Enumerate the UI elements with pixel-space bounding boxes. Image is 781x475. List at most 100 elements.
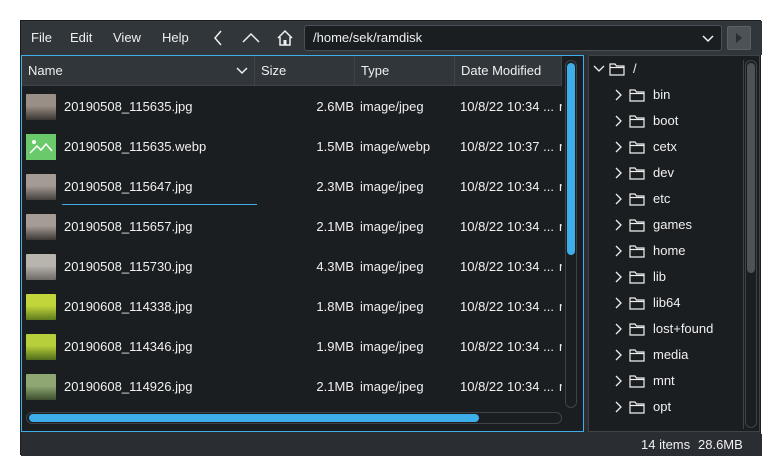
file-date-modified: 10/8/22 10:34 ... (460, 259, 554, 274)
file-row[interactable]: 20190608_114338.jpg 1.8MB image/jpeg 10/8/2… (22, 287, 562, 327)
expand-chevron-right-icon[interactable] (613, 167, 625, 179)
expand-chevron-right-icon[interactable] (613, 323, 625, 335)
tree-item-lib64[interactable]: lib64 (613, 290, 741, 316)
tree-item-opt[interactable]: opt (613, 394, 741, 420)
file-extra-column: r (559, 259, 562, 274)
expand-chevron-right-icon[interactable] (613, 297, 625, 309)
menu-view[interactable]: View (113, 28, 141, 48)
file-name: 20190508_115730.jpg (64, 259, 193, 274)
tree-item-etc[interactable]: etc (613, 186, 741, 212)
folder-icon (629, 271, 645, 284)
expand-chevron-right-icon[interactable] (613, 375, 625, 387)
expand-chevron-right-icon[interactable] (613, 401, 625, 413)
tree-item-games[interactable]: games (613, 212, 741, 238)
file-size: 2.6MB (316, 99, 354, 114)
file-size: 1.8MB (316, 299, 354, 314)
tree-item-lost-found[interactable]: lost+found (613, 316, 741, 342)
expand-chevron-right-icon[interactable] (613, 349, 625, 361)
expand-chevron-right-icon[interactable] (613, 115, 625, 127)
tree-root[interactable]: / (593, 56, 743, 82)
file-name: 20190608_114346.jpg (64, 339, 193, 354)
column-date-label: Date Modified (461, 63, 542, 78)
chevron-up-icon (242, 32, 260, 43)
vertical-scrollbar[interactable] (565, 60, 577, 408)
chevron-right-icon (736, 33, 742, 43)
expand-chevron-down-icon[interactable] (593, 63, 605, 75)
file-row[interactable]: 20190508_115657.jpg 2.1MB image/jpeg 10/8/2… (22, 207, 562, 247)
folder-icon (629, 193, 645, 206)
expand-chevron-right-icon[interactable] (613, 89, 625, 101)
file-date-modified: 10/8/22 10:34 ... (460, 379, 554, 394)
tree-scrollbar[interactable] (745, 60, 757, 428)
menu-help[interactable]: Help (162, 28, 189, 48)
column-name-label: Name (28, 63, 63, 78)
tree-item-label: cetx (653, 139, 677, 154)
image-thumbnail (26, 94, 56, 120)
file-name: 20190608_114338.jpg (64, 299, 193, 314)
tree-item-boot[interactable]: boot (613, 108, 741, 134)
file-row[interactable]: 20190508_115635.webp 1.5MB image/webp 10/8/… (22, 127, 562, 167)
go-button[interactable] (727, 26, 751, 50)
back-button[interactable] (205, 26, 231, 50)
file-date-modified: 10/8/22 10:34 ... (460, 179, 554, 194)
status-item-count: 14 items (641, 437, 691, 452)
tree-divider (743, 60, 744, 429)
column-header-name[interactable]: Name (22, 56, 255, 86)
file-extra-column: r (559, 139, 562, 154)
tree-scrollbar-thumb[interactable] (747, 63, 755, 273)
folder-icon (629, 141, 645, 154)
image-file-icon (26, 134, 56, 160)
tree-item-mnt[interactable]: mnt (613, 368, 741, 394)
chevron-down-icon[interactable] (701, 32, 715, 46)
tree-item-dev[interactable]: dev (613, 160, 741, 186)
tree-item-label: boot (653, 113, 679, 128)
image-thumbnail (26, 254, 56, 280)
column-header: Name Size Type Date Modified (22, 56, 562, 86)
tree-item-home[interactable]: home (613, 238, 741, 264)
file-date-modified: 10/8/22 10:34 ... (460, 339, 554, 354)
chevron-left-icon (214, 30, 222, 46)
file-row[interactable]: 20190508_115647.jpg 2.3MB image/jpeg 10/8/2… (22, 167, 562, 207)
folder-icon (629, 89, 645, 102)
column-header-size[interactable]: Size (255, 56, 355, 86)
location-path: /home/sek/ramdisk (313, 30, 423, 45)
file-extra-column: r (559, 219, 562, 234)
file-type: image/jpeg (360, 299, 424, 314)
file-extra-column: r (559, 179, 562, 194)
horizontal-scrollbar-thumb[interactable] (29, 414, 479, 422)
file-list-view[interactable]: Name Size Type Date Modified 20190508_11… (21, 55, 584, 432)
column-header-date[interactable]: Date Modified (455, 56, 562, 86)
image-thumbnail (26, 334, 56, 360)
expand-chevron-right-icon[interactable] (613, 271, 625, 283)
tree-item-media[interactable]: media (613, 342, 741, 368)
expand-chevron-right-icon[interactable] (613, 245, 625, 257)
horizontal-scrollbar[interactable] (26, 412, 562, 424)
column-header-type[interactable]: Type (355, 56, 455, 86)
menu-file[interactable]: File (31, 28, 52, 48)
menu-edit[interactable]: Edit (70, 28, 92, 48)
file-name: 20190508_115647.jpg (64, 179, 193, 194)
file-date-modified: 10/8/22 10:34 ... (460, 99, 554, 114)
file-row[interactable]: 20190508_115635.jpg 2.6MB image/jpeg 10/8/2… (22, 87, 562, 127)
file-row[interactable]: 20190608_114926.jpg 2.1MB image/jpeg 10/8/2… (22, 367, 562, 407)
directory-tree[interactable]: / bin boot cetx dev etc games home lib lib64 lost… (588, 55, 760, 432)
tree-item-label: bin (653, 87, 671, 102)
file-row[interactable]: 20190608_114346.jpg 1.9MB image/jpeg 10/8/2… (22, 327, 562, 367)
rename-underline (62, 204, 257, 205)
tree-item-bin[interactable]: bin (613, 82, 741, 108)
file-name: 20190508_115635.webp (64, 139, 207, 154)
expand-chevron-right-icon[interactable] (613, 141, 625, 153)
tree-item-cetx[interactable]: cetx (613, 134, 741, 160)
vertical-scrollbar-thumb[interactable] (567, 63, 575, 255)
file-size: 2.1MB (316, 379, 354, 394)
expand-chevron-right-icon[interactable] (613, 193, 625, 205)
tree-item-label: dev (653, 165, 674, 180)
home-button[interactable] (272, 26, 298, 50)
location-input[interactable]: /home/sek/ramdisk (304, 25, 722, 51)
expand-chevron-right-icon[interactable] (613, 219, 625, 231)
up-button[interactable] (238, 26, 264, 50)
tree-item-lib[interactable]: lib (613, 264, 741, 290)
file-row[interactable]: 20190508_115730.jpg 4.3MB image/jpeg 10/8/2… (22, 247, 562, 287)
file-extra-column: r (559, 299, 562, 314)
folder-icon (629, 323, 645, 336)
